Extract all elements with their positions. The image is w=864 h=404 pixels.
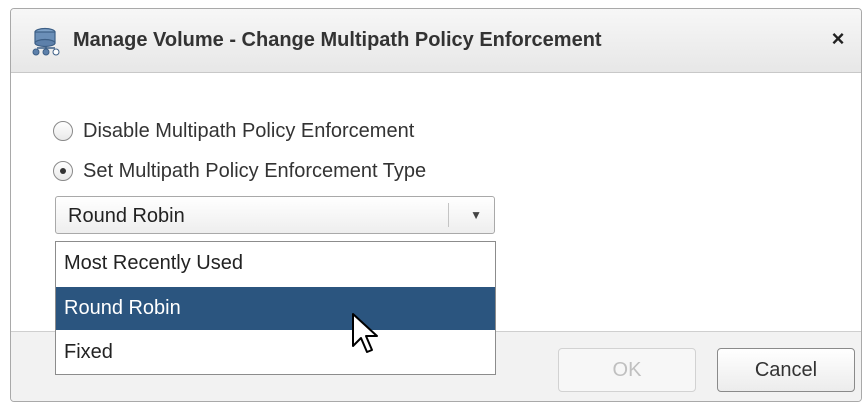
chevron-down-icon[interactable]: ▼ xyxy=(470,206,482,224)
select-current-value: Round Robin xyxy=(68,205,185,227)
dialog-titlebar[interactable]: Manage Volume - Change Multipath Policy … xyxy=(11,9,861,73)
policy-type-select[interactable]: Round Robin ▼ xyxy=(55,196,495,234)
radio-disable-enforcement[interactable]: Disable Multipath Policy Enforcement xyxy=(53,117,414,145)
dialog-title: Manage Volume - Change Multipath Policy … xyxy=(73,29,602,51)
radio-set-type-button[interactable] xyxy=(53,161,73,181)
ok-button[interactable]: OK xyxy=(558,348,696,392)
close-icon[interactable]: × xyxy=(827,27,849,51)
option-most-recently-used[interactable]: Most Recently Used xyxy=(56,242,495,285)
radio-disable-label: Disable Multipath Policy Enforcement xyxy=(83,119,415,142)
select-divider xyxy=(448,203,449,227)
manage-volume-dialog: Manage Volume - Change Multipath Policy … xyxy=(10,8,862,402)
storage-volume-icon xyxy=(31,27,61,57)
mouse-pointer-icon xyxy=(351,312,381,358)
policy-type-dropdown-list: Most Recently Used Round Robin Fixed xyxy=(55,241,496,375)
option-round-robin[interactable]: Round Robin xyxy=(56,287,495,330)
cancel-button[interactable]: Cancel xyxy=(717,348,855,392)
radio-disable-button[interactable] xyxy=(53,121,73,141)
radio-set-type-label: Set Multipath Policy Enforcement Type xyxy=(83,159,427,182)
radio-set-enforcement-type[interactable]: Set Multipath Policy Enforcement Type xyxy=(53,157,426,185)
option-fixed[interactable]: Fixed xyxy=(56,331,495,374)
